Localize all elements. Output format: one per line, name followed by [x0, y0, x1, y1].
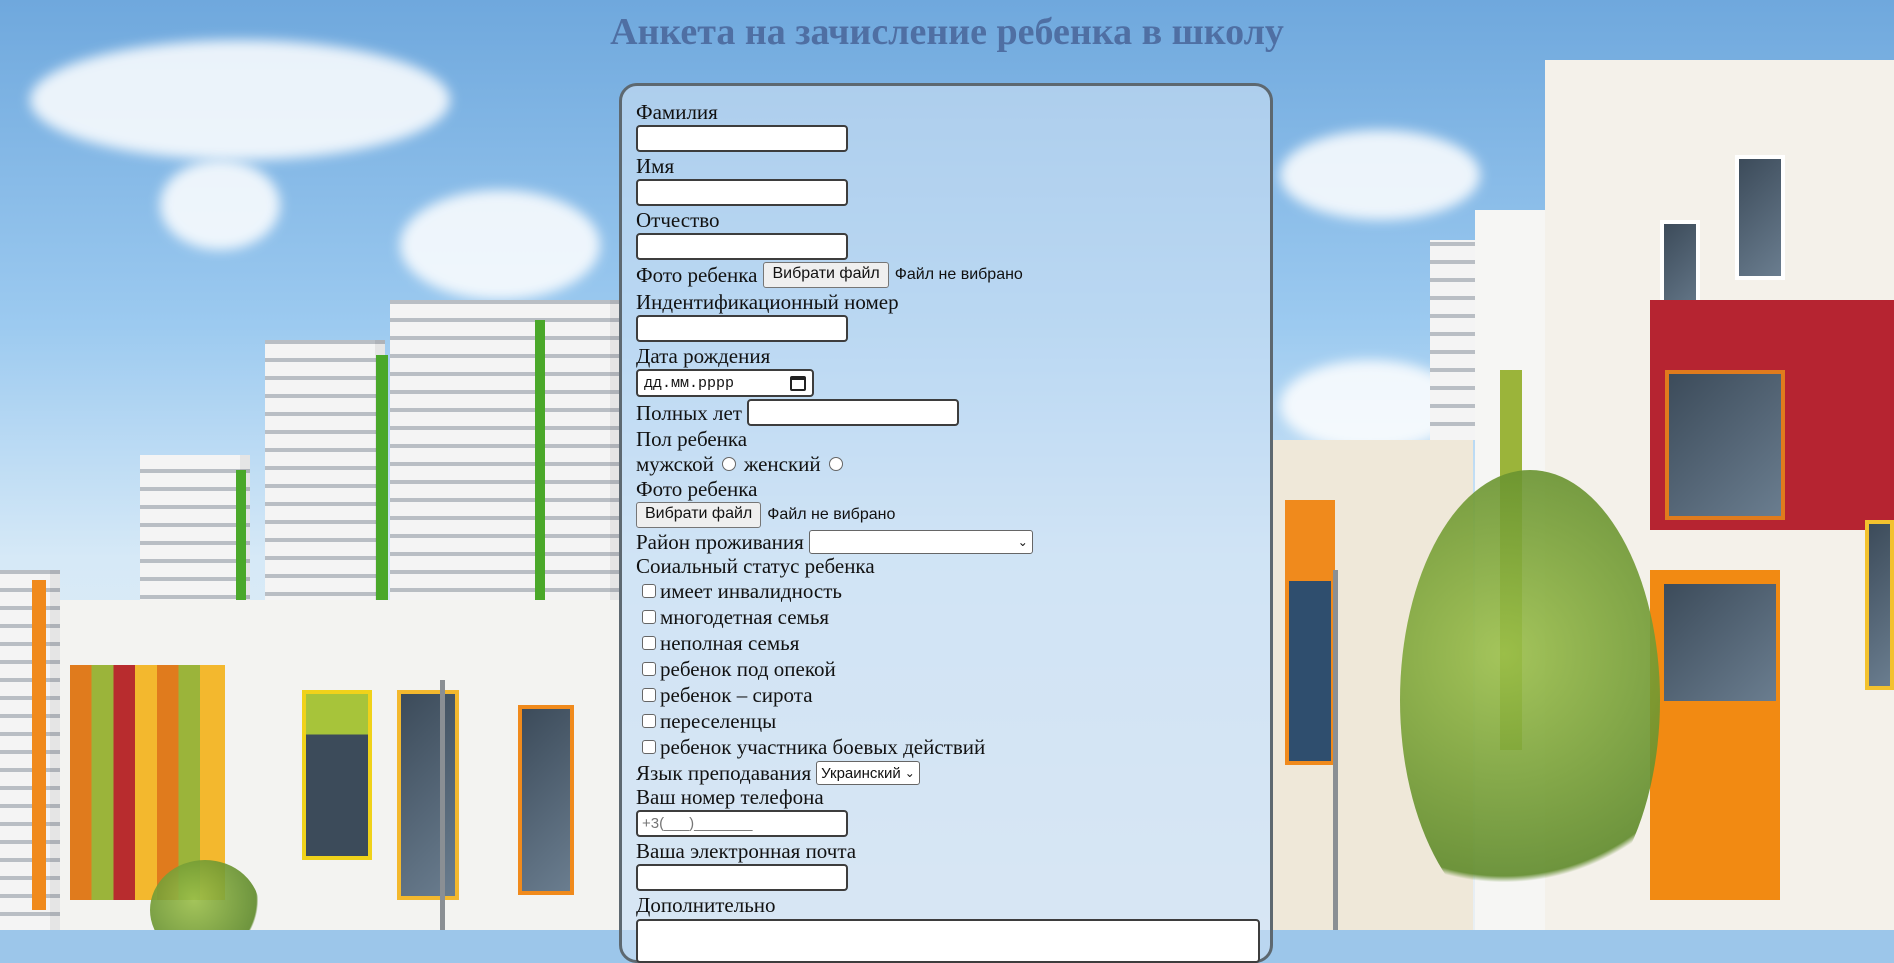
chevron-down-icon: ⌄: [904, 766, 915, 780]
chevron-down-icon: ⌄: [1017, 535, 1028, 549]
social-option-label: ребенок – сирота: [660, 683, 813, 707]
gender-label: Пол ребенка: [636, 427, 748, 451]
social-option-label: ребенок участника боевых действий: [660, 735, 986, 759]
birth-date-input[interactable]: дд.мм.рррр: [636, 369, 814, 397]
phone-input[interactable]: [636, 810, 848, 837]
email-input[interactable]: [636, 864, 848, 891]
social-option[interactable]: ребенок – сирота: [636, 682, 1270, 708]
gender-male-label: мужской: [636, 452, 714, 476]
age-input[interactable]: [746, 399, 959, 426]
district-label: Район проживания: [636, 530, 804, 554]
district-select[interactable]: ⌄: [808, 530, 1033, 554]
social-checkbox[interactable]: [642, 584, 656, 598]
enrollment-form: Фамилия Имя Отчество Фото ребенка Вибрат…: [619, 83, 1273, 963]
gender-male-radio[interactable]: [721, 457, 736, 471]
page-title: Анкета на зачисление ребенка в школу: [610, 11, 1284, 53]
social-checkbox[interactable]: [642, 662, 656, 676]
age-row: Полных лет: [636, 399, 1270, 426]
district-row: Район проживания ⌄: [636, 530, 1270, 554]
social-option-label: переселенцы: [660, 709, 777, 733]
language-value: Украинский: [821, 764, 901, 782]
id-number-label: Индентификационный номер: [636, 290, 899, 314]
patronymic-label: Отчество: [636, 208, 720, 232]
extra-textarea[interactable]: [636, 919, 1260, 963]
language-row: Язык преподавания Украинский ⌄: [636, 761, 1270, 785]
photo-label-2: Фото ребенка: [636, 477, 758, 501]
gender-options: мужской женский: [636, 451, 1270, 477]
social-checkbox[interactable]: [642, 714, 656, 728]
gender-female-radio[interactable]: [828, 457, 843, 471]
social-status-list: имеет инвалидность многодетная семья неп…: [636, 578, 1270, 760]
social-option-label: имеет инвалидность: [660, 579, 842, 603]
name-input[interactable]: [636, 179, 848, 206]
social-option-label: неполная семья: [660, 631, 800, 655]
id-number-input[interactable]: [636, 315, 848, 342]
social-option[interactable]: неполная семья: [636, 630, 1270, 656]
social-option[interactable]: ребенок участника боевых действий: [636, 734, 1270, 760]
photo-label-1: Фото ребенка: [636, 263, 758, 287]
extra-label: Дополнительно: [636, 893, 776, 917]
birth-date-placeholder: дд.мм.рррр: [644, 374, 735, 392]
surname-label: Фамилия: [636, 100, 718, 124]
age-label: Полных лет: [636, 400, 742, 425]
social-option[interactable]: переселенцы: [636, 708, 1270, 734]
social-checkbox[interactable]: [642, 610, 656, 624]
photo-row-2: Вибрати файл Файл не вибрано: [630, 502, 1270, 528]
calendar-icon[interactable]: [790, 375, 806, 391]
file-status-2: Файл не вибрано: [767, 506, 896, 523]
phone-label: Ваш номер телефона: [636, 785, 824, 809]
language-select[interactable]: Украинский ⌄: [816, 761, 920, 785]
photo-row-1: Фото ребенка Вибрати файл Файл не вибран…: [636, 262, 1270, 288]
patronymic-input[interactable]: [636, 233, 848, 260]
social-checkbox[interactable]: [642, 740, 656, 754]
social-checkbox[interactable]: [642, 688, 656, 702]
social-option-label: ребенок под опекой: [660, 657, 836, 681]
social-option-label: многодетная семья: [660, 605, 830, 629]
social-option[interactable]: многодетная семья: [636, 604, 1270, 630]
social-checkbox[interactable]: [642, 636, 656, 650]
gender-female-label: женский: [743, 452, 821, 476]
surname-input[interactable]: [636, 125, 848, 152]
file-status-1: Файл не вибрано: [894, 266, 1023, 283]
choose-file-button-1[interactable]: Вибрати файл: [763, 262, 889, 288]
name-label: Имя: [636, 154, 675, 178]
choose-file-button-2[interactable]: Вибрати файл: [636, 502, 762, 528]
language-label: Язык преподавания: [636, 761, 812, 785]
social-option[interactable]: имеет инвалидность: [636, 578, 1270, 604]
social-option[interactable]: ребенок под опекой: [636, 656, 1270, 682]
birth-date-label: Дата рождения: [636, 344, 771, 368]
email-label: Ваша электронная почта: [636, 839, 857, 863]
social-status-label: Соиальный статус ребенка: [636, 554, 875, 578]
